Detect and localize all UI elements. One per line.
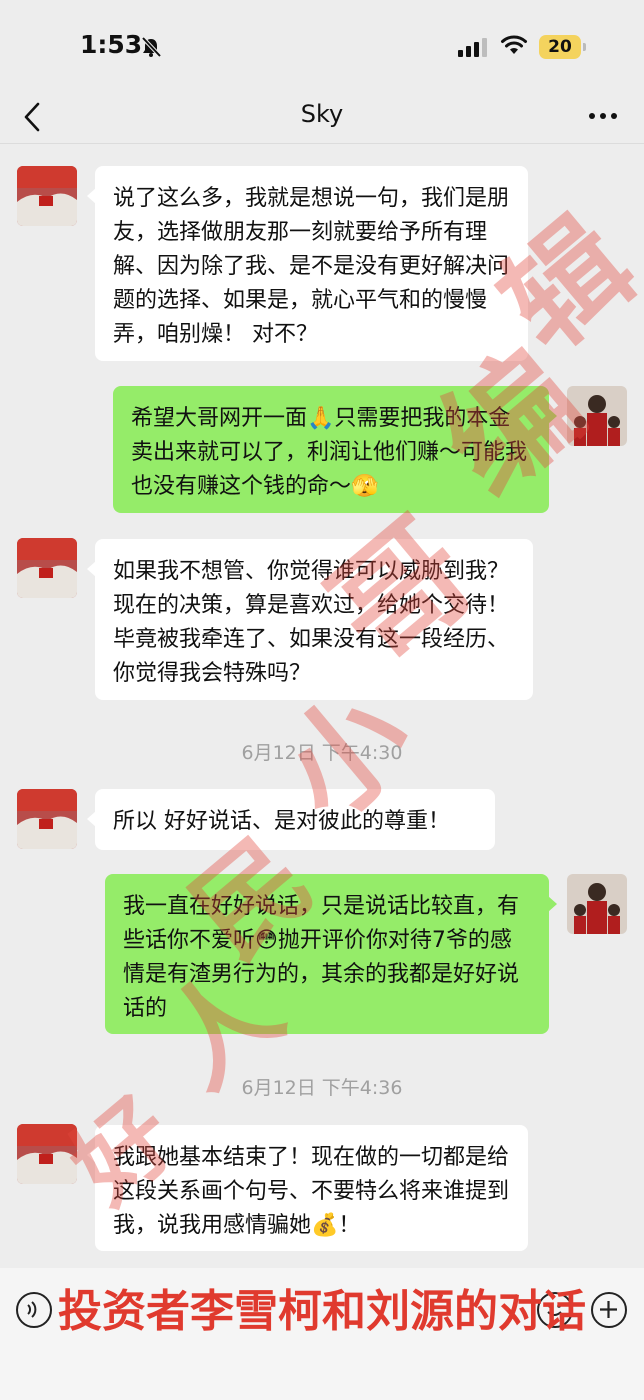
- message-bubble-outgoing[interactable]: 希望大哥网开一面🙏只需要把我的本金卖出来就可以了，利润让他们赚～可能我也没有赚这…: [113, 386, 557, 513]
- cellular-signal-icon: [458, 38, 487, 57]
- chat-header: Sky: [0, 92, 644, 144]
- message-bubble-incoming[interactable]: 所以 好好说话、是对彼此的尊重！: [87, 789, 495, 850]
- contact-avatar[interactable]: [17, 538, 77, 598]
- status-bar: 1:53 20: [0, 0, 644, 92]
- message-text: 我一直在好好说话，只是说话比较直，有些话你不爱听😳抛开评价你对待7爷的感情是有渣…: [123, 894, 520, 1021]
- battery-indicator: 20: [539, 35, 581, 59]
- chat-title: Sky: [300, 100, 344, 128]
- contact-avatar[interactable]: [17, 1124, 77, 1184]
- message-text: 我跟她基本结束了！现在做的一切都是给这段关系画个句号、不要特么将来谁提到我，说我…: [113, 1145, 510, 1238]
- message-text: 说了这么多，我就是想说一句，我们是朋友，选择做朋友那一刻就要给予所有理解、因为除…: [113, 186, 510, 347]
- message-bubble-incoming[interactable]: 说了这么多，我就是想说一句，我们是朋友，选择做朋友那一刻就要给予所有理解、因为除…: [87, 166, 528, 361]
- message-bubble-outgoing[interactable]: 我一直在好好说话，只是说话比较直，有些话你不爱听😳抛开评价你对待7爷的感情是有渣…: [105, 874, 557, 1034]
- message-bubble-incoming[interactable]: 如果我不想管、你觉得谁可以威胁到我？ 现在的决策，算是喜欢过，给她个交待！毕竟被…: [87, 539, 533, 700]
- mute-bell-icon: [141, 36, 162, 58]
- status-time: 1:53: [80, 30, 143, 59]
- chat-timestamp: 6月12日 下午4:30: [241, 742, 403, 764]
- my-avatar[interactable]: [567, 386, 627, 446]
- message-text: 如果我不想管、你觉得谁可以威胁到我？ 现在的决策，算是喜欢过，给她个交待！毕竟被…: [113, 559, 510, 686]
- wifi-icon: [501, 35, 527, 54]
- more-options-icon[interactable]: [588, 112, 618, 120]
- message-bubble-incoming[interactable]: 我跟她基本结束了！现在做的一切都是给这段关系画个句号、不要特么将来谁提到我，说我…: [87, 1125, 528, 1251]
- header-divider: [0, 143, 644, 144]
- caption-overlay: 投资者李雪柯和刘源的对话: [58, 1286, 586, 1337]
- battery-tip: [583, 43, 586, 51]
- contact-avatar[interactable]: [17, 789, 77, 849]
- my-avatar[interactable]: [567, 874, 627, 934]
- contact-avatar[interactable]: [17, 166, 77, 226]
- chat-timestamp: 6月12日 下午4:36: [241, 1077, 403, 1099]
- message-text: 所以 好好说话、是对彼此的尊重！: [113, 809, 450, 834]
- message-text: 希望大哥网开一面🙏只需要把我的本金卖出来就可以了，利润让他们赚～可能我也没有赚这…: [131, 406, 528, 499]
